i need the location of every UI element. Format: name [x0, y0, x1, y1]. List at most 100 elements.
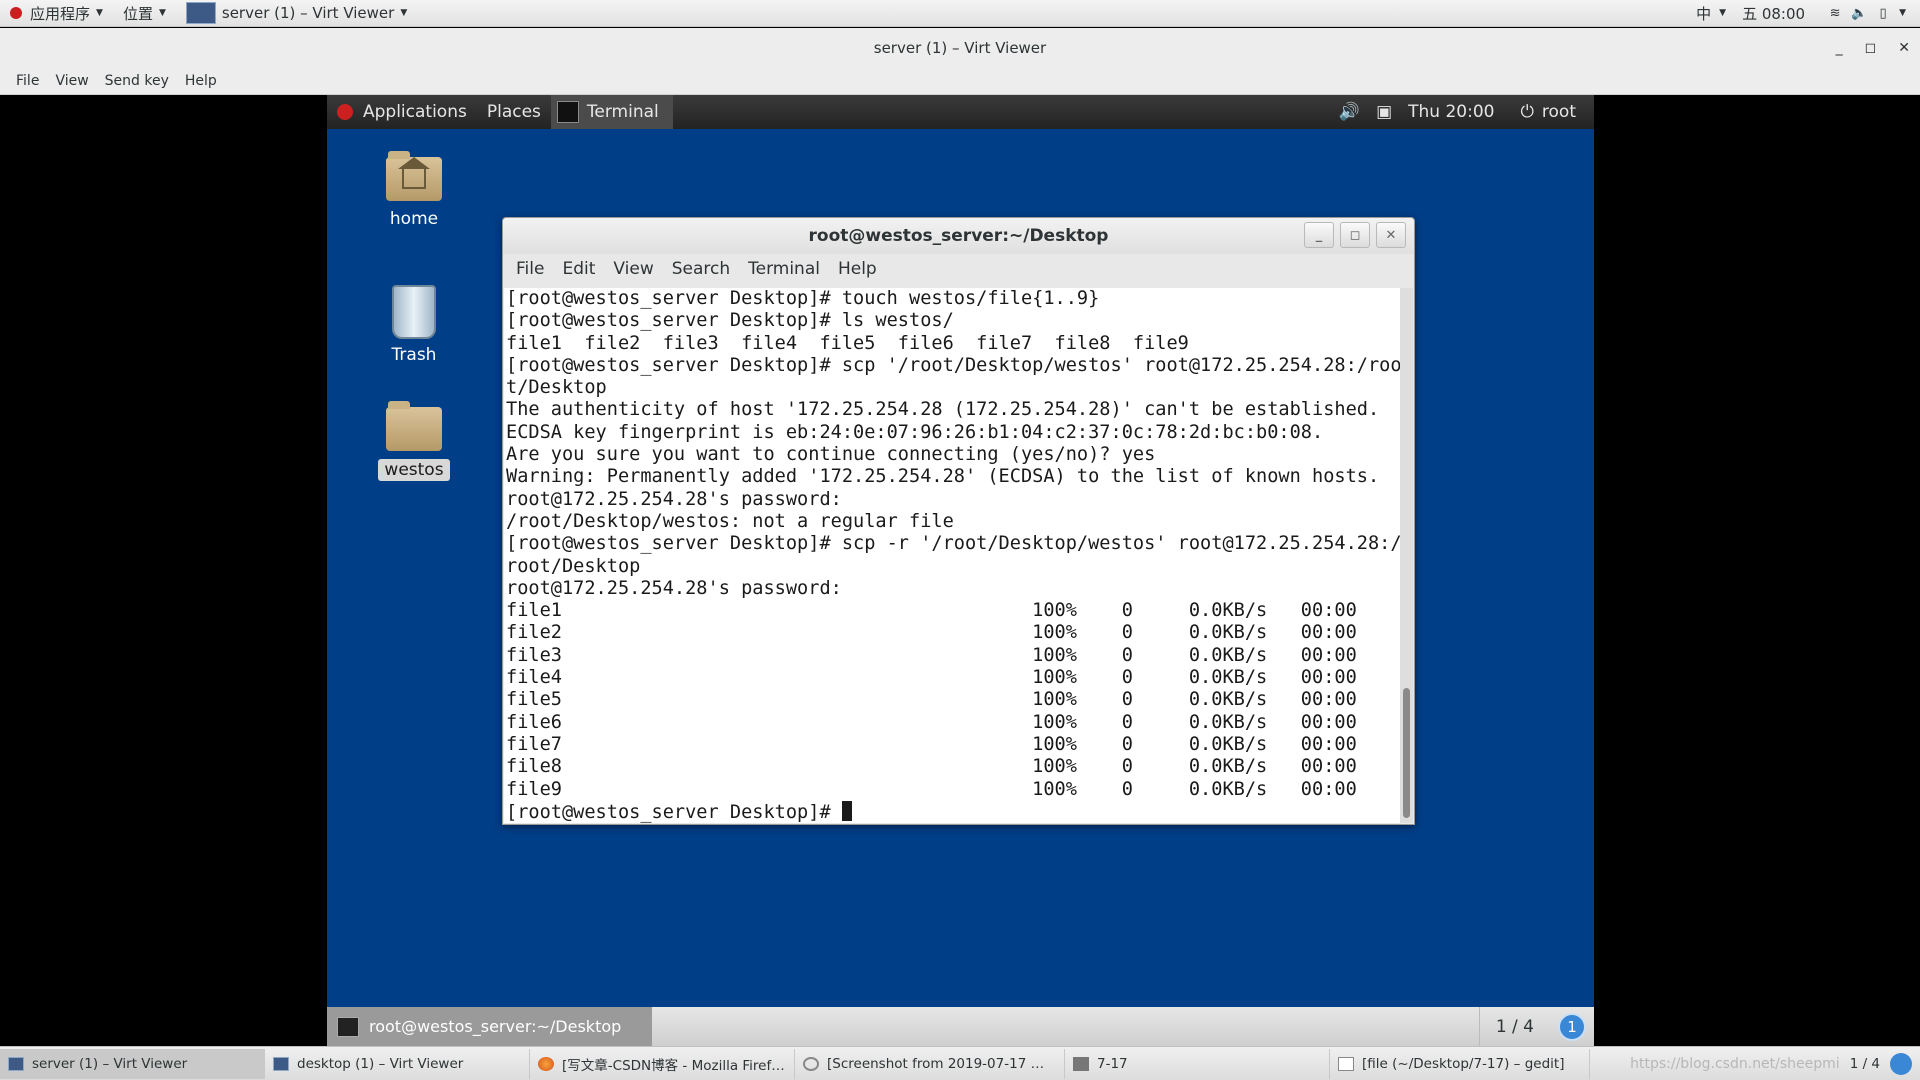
terminal-line: file8 100% 0 0.0KB/s 00:00 — [506, 756, 1357, 778]
host-places-menu[interactable]: 位置 ▼ — [113, 0, 176, 27]
notification-icon[interactable] — [1890, 1052, 1912, 1075]
battery-icon[interactable]: ▯ — [1875, 5, 1891, 21]
host-task-label: 7-17 — [1097, 1055, 1128, 1072]
terminal-title: root@westos_server:~/Desktop — [808, 226, 1109, 246]
terminal-line: file6 100% 0 0.0KB/s 00:00 — [506, 711, 1357, 733]
viewer-menu-view[interactable]: View — [47, 73, 96, 89]
terminal-line: file3 100% 0 0.0KB/s 00:00 — [506, 644, 1357, 666]
host-task-7-17[interactable]: 7-17 — [1065, 1048, 1330, 1079]
file-manager-icon — [1073, 1056, 1089, 1071]
power-icon: ⏻ — [1520, 102, 1534, 122]
text-editor-icon — [1338, 1056, 1354, 1071]
host-task-server-viewer[interactable]: server (1) – Virt Viewer — [0, 1048, 265, 1079]
terminal-line: Warning: Permanently added '172.25.254.2… — [506, 466, 1380, 488]
maximize-icon[interactable]: ◻ — [1865, 40, 1877, 56]
desktop-icon-label: home — [389, 209, 439, 229]
terminal-menu-terminal[interactable]: Terminal — [739, 259, 829, 279]
terminal-line: root@172.25.254.28's password: — [506, 488, 854, 510]
guest-display[interactable]: Applications Places Terminal 🔊 ▣ Thu 20:… — [327, 95, 1594, 1046]
minimize-icon[interactable]: _ — [1304, 222, 1334, 248]
home-folder-icon — [386, 151, 442, 201]
terminal-output[interactable]: [root@westos_server Desktop]# touch west… — [504, 288, 1400, 823]
viewer-menubar: File View Send key Help — [0, 68, 1920, 95]
redhat-logo-icon — [337, 104, 353, 120]
terminal-line: t/Desktop — [506, 377, 607, 399]
scrollbar-thumb[interactable] — [1403, 688, 1410, 818]
terminal-menu-help[interactable]: Help — [829, 259, 886, 279]
desktop-icon-label: westos — [378, 459, 450, 481]
input-method-indicator[interactable]: 中 — [1696, 3, 1711, 24]
viewer-menu-file[interactable]: File — [8, 73, 47, 89]
desktop-icon-trash[interactable]: Trash — [369, 285, 459, 365]
terminal-prompt-line[interactable]: [root@westos_server Desktop]# — [506, 800, 1400, 823]
virt-viewer-app-icon — [8, 1056, 24, 1071]
terminal-line: [root@westos_server Desktop]# scp '/root… — [506, 354, 1400, 376]
guest-clock[interactable]: Thu 20:00 — [1408, 102, 1494, 122]
guest-user-label: root — [1541, 102, 1576, 122]
host-taskbar: server (1) – Virt Viewer desktop (1) – V… — [0, 1046, 1920, 1080]
terminal-window[interactable]: root@westos_server:~/Desktop _ ◻ ✕ File … — [502, 217, 1415, 825]
user-menu[interactable]: ⏻ root — [1520, 102, 1576, 122]
minimize-icon[interactable]: _ — [1836, 40, 1843, 56]
host-task-desktop-viewer[interactable]: desktop (1) – Virt Viewer — [265, 1048, 530, 1079]
guest-places-menu[interactable]: Places — [477, 95, 551, 129]
close-icon[interactable]: ✕ — [1898, 40, 1910, 56]
terminal-line: The authenticity of host '172.25.254.28 … — [506, 399, 1380, 421]
viewer-title-bar: server (1) – Virt Viewer _ ◻ ✕ — [0, 28, 1920, 68]
caret-down-icon[interactable]: ▼ — [1899, 8, 1906, 18]
terminal-menu-search[interactable]: Search — [663, 259, 739, 279]
volume-icon[interactable]: 🔈 — [1851, 5, 1867, 21]
guest-active-app[interactable]: Terminal — [550, 95, 673, 129]
terminal-icon — [556, 101, 579, 123]
terminal-line: root@172.25.254.28's password: — [506, 577, 854, 599]
desktop-icon-home[interactable]: home — [369, 151, 459, 229]
host-clock[interactable]: 五 08:00 — [1742, 3, 1805, 24]
wifi-icon[interactable]: ≋ — [1827, 5, 1843, 21]
guest-workspace-switcher[interactable]: 1 / 4 — [1478, 1007, 1550, 1046]
guest-task-label: root@westos_server:~/Desktop — [369, 1017, 622, 1036]
terminal-menu-view[interactable]: View — [604, 259, 662, 279]
terminal-line: [root@westos_server Desktop]# touch west… — [506, 288, 1100, 309]
host-top-panel: 应用程序 ▼ 位置 ▼ server (1) – Virt Viewer ▼ 中… — [0, 0, 1920, 27]
host-applications-menu[interactable]: 应用程序 ▼ — [0, 0, 113, 27]
host-applications-label: 应用程序 — [30, 4, 91, 23]
virt-viewer-app-icon — [185, 2, 216, 24]
caret-down-icon: ▼ — [158, 8, 166, 18]
host-task-label: server (1) – Virt Viewer — [32, 1055, 188, 1072]
text-cursor — [841, 800, 852, 821]
terminal-line: [root@westos_server Desktop]# scp -r '/r… — [506, 533, 1400, 555]
viewer-menu-help[interactable]: Help — [177, 73, 225, 89]
host-task-label: [file (~/Desktop/7-17) – gedit] — [1362, 1055, 1565, 1072]
folder-icon — [386, 401, 442, 451]
terminal-line: file9 100% 0 0.0KB/s 00:00 — [506, 778, 1357, 800]
host-task-firefox[interactable]: [写文章-CSDN博客 - Mozilla Firef… — [530, 1048, 795, 1079]
firefox-icon — [538, 1056, 554, 1071]
network-icon[interactable]: ▣ — [1376, 102, 1392, 122]
terminal-scrollbar[interactable] — [1400, 288, 1413, 823]
guest-task-terminal[interactable]: root@westos_server:~/Desktop — [327, 1007, 652, 1046]
host-workspace-label[interactable]: 1 / 4 — [1850, 1056, 1880, 1072]
terminal-menu-edit[interactable]: Edit — [553, 259, 604, 279]
watermark: https://blog.csdn.net/sheepmi — [1630, 1055, 1840, 1072]
desktop-icon-westos[interactable]: westos — [369, 401, 459, 481]
terminal-line: [root@westos_server Desktop]# ls westos/ — [506, 310, 954, 332]
volume-icon[interactable]: 🔊 — [1339, 102, 1360, 122]
viewer-menu-send-key[interactable]: Send key — [97, 73, 177, 89]
redhat-logo-icon — [10, 7, 22, 19]
guest-active-app-label: Terminal — [586, 102, 659, 122]
terminal-line: file7 100% 0 0.0KB/s 00:00 — [506, 733, 1357, 755]
guest-applications-label: Applications — [363, 102, 467, 122]
guest-applications-menu[interactable]: Applications — [327, 95, 477, 129]
close-icon[interactable]: ✕ — [1376, 222, 1406, 248]
host-task-gedit[interactable]: [file (~/Desktop/7-17) – gedit] — [1330, 1048, 1590, 1079]
terminal-line: file1 file2 file3 file4 file5 file6 file… — [506, 332, 1189, 354]
terminal-title-bar[interactable]: root@westos_server:~/Desktop _ ◻ ✕ — [503, 218, 1414, 254]
terminal-line: file2 100% 0 0.0KB/s 00:00 — [506, 622, 1357, 644]
terminal-line: file5 100% 0 0.0KB/s 00:00 — [506, 689, 1357, 711]
terminal-line: ECDSA key fingerprint is eb:24:0e:07:96:… — [506, 421, 1324, 443]
host-task-screenshot[interactable]: [Screenshot from 2019-07-17 … — [795, 1048, 1065, 1079]
terminal-menu-file[interactable]: File — [507, 259, 553, 279]
maximize-icon[interactable]: ◻ — [1340, 222, 1370, 248]
host-active-window-menu[interactable]: server (1) – Virt Viewer ▼ — [176, 0, 417, 27]
notification-badge-icon[interactable]: 1 — [1558, 1012, 1586, 1041]
